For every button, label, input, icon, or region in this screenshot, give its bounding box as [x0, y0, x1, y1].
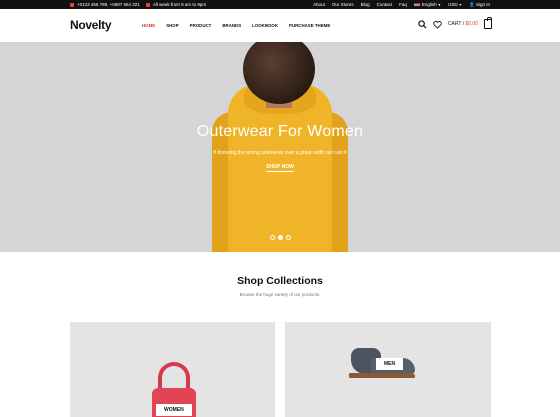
nav-purchase-theme[interactable]: PURCHASE THEME [289, 23, 330, 28]
site-logo[interactable]: Novelty [70, 18, 112, 32]
topbar-link-about[interactable]: About [313, 2, 325, 7]
topbar-link-blog[interactable]: Blog [361, 2, 370, 7]
topbar-link-contact[interactable]: Contact [377, 2, 393, 7]
shoe-sole [349, 373, 415, 378]
section-title: Shop Collections [237, 275, 323, 287]
collection-card-women[interactable]: WOMEN [70, 322, 275, 417]
hero-subtitle: If throwing the wrong outerwear over a g… [213, 150, 347, 156]
slider-dot-3[interactable] [286, 235, 291, 240]
hero-slider: Outerwear For Women If throwing the wron… [0, 42, 560, 252]
language-selector[interactable]: English▼ [413, 2, 442, 7]
top-bar-contact: +0123 456 789, +0987 654 321 All week fr… [70, 0, 206, 9]
slider-dot-2[interactable] [278, 235, 283, 240]
signin-label: Sign In [475, 1, 490, 7]
phone-icon [70, 2, 74, 7]
collection-card-men[interactable]: MEN [285, 322, 491, 417]
hero-title: Outerwear For Women [196, 123, 364, 140]
topbar-link-faq[interactable]: Faq [399, 2, 407, 7]
signin-link[interactable]: 👤 Sign In [469, 2, 490, 8]
main-header: Novelty HOME SHOP PRODUCT BRANDS LOOKBOO… [0, 9, 560, 42]
currency-selector[interactable]: USD▼ [448, 2, 462, 7]
nav-brands[interactable]: BRANDS [222, 23, 241, 28]
search-icon[interactable] [418, 19, 427, 29]
main-nav: HOME SHOP PRODUCT BRANDS LOOKBOOK PURCHA… [142, 23, 341, 28]
top-bar-links: About Our Stores Blog Contact Faq Englis… [313, 0, 490, 9]
slider-dots [270, 235, 291, 240]
heart-icon[interactable] [433, 20, 442, 29]
cart-label: CART / [447, 21, 466, 27]
chevron-down-icon: ▼ [458, 3, 463, 7]
clock-icon [145, 2, 150, 7]
topbar-link-our-stores[interactable]: Our Stores [332, 2, 354, 7]
collection-label-women[interactable]: WOMEN [156, 404, 192, 416]
shop-now-link[interactable]: SHOP NOW [266, 164, 294, 172]
collection-label-men[interactable]: MEN [376, 358, 404, 370]
nav-lookbook[interactable]: LOOKBOOK [252, 23, 278, 28]
cart-link[interactable]: CART / $0.00 [448, 21, 478, 27]
chevron-down-icon: ▼ [437, 3, 442, 7]
nav-product[interactable]: PRODUCT [190, 23, 212, 28]
section-subtitle: Browse the huge variety of our products. [239, 292, 321, 297]
nav-home[interactable]: HOME [142, 23, 155, 28]
hero-cta: SHOP NOW [0, 164, 560, 172]
currency-label: USD [448, 2, 458, 7]
user-icon: 👤 [469, 1, 475, 7]
opening-hours: All week from 9 am to 9pm [152, 2, 207, 7]
shopping-bag-icon[interactable] [484, 17, 492, 29]
phone-numbers: +0123 456 789, +0987 654 321 [77, 2, 140, 7]
cart-price: $0.00 [465, 21, 478, 27]
language-label: English [421, 2, 437, 7]
uk-flag-icon [413, 2, 420, 7]
slider-dot-1[interactable] [270, 235, 275, 240]
header-actions: CART / $0.00 [418, 17, 492, 29]
nav-shop[interactable]: SHOP [166, 23, 178, 28]
top-bar: +0123 456 789, +0987 654 321 All week fr… [0, 0, 560, 9]
